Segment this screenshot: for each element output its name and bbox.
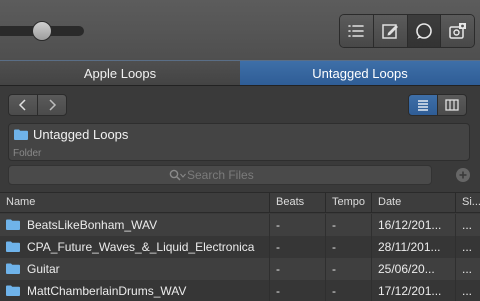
- cell-size: ...: [462, 240, 473, 254]
- note-edit-icon: [382, 24, 399, 39]
- cell-beats: -: [270, 258, 326, 280]
- top-toolbar: [0, 0, 480, 60]
- cell-size: ...: [462, 218, 473, 232]
- cell-size: ...: [462, 262, 473, 276]
- cell-tempo: -: [326, 214, 372, 236]
- chevron-down-icon: [180, 173, 186, 178]
- file-name: MattChamberlainDrums_WAV: [27, 284, 187, 298]
- search-field[interactable]: [8, 165, 432, 185]
- list-view-button[interactable]: [408, 94, 438, 116]
- notepad-button[interactable]: [373, 15, 408, 47]
- media-browser-icon: [448, 23, 466, 39]
- cell-size: ...: [462, 284, 473, 298]
- cell-date: 16/12/201...: [372, 214, 456, 236]
- folder-icon: [14, 129, 28, 140]
- column-header-name[interactable]: Name: [0, 193, 270, 212]
- folder-path-popup[interactable]: Untagged Loops Folder: [8, 123, 470, 161]
- column-header-beats[interactable]: Beats: [270, 193, 326, 212]
- media-browser-button[interactable]: [441, 15, 474, 47]
- cell-beats: -: [270, 280, 326, 301]
- back-button[interactable]: [8, 94, 38, 116]
- column-view-button[interactable]: [437, 94, 467, 116]
- loop-browser-button[interactable]: [407, 15, 442, 47]
- cell-date: 28/11/201...: [372, 236, 456, 258]
- loop-browser-icon: [416, 23, 432, 39]
- chevron-left-icon: [18, 99, 26, 111]
- file-table: Name Beats Tempo Date Si... BeatsLikeBon…: [0, 192, 480, 301]
- cell-date: 25/06/20...: [372, 258, 456, 280]
- tab-bar: Apple Loops Untagged Loops: [0, 61, 480, 86]
- search-input[interactable]: [187, 167, 387, 183]
- plus-icon: [459, 171, 467, 179]
- folder-icon: [6, 285, 20, 296]
- zoom-slider-thumb[interactable]: [32, 21, 52, 41]
- table-row[interactable]: Guitar - - 25/06/20... ...: [0, 258, 480, 280]
- add-button[interactable]: [456, 168, 470, 182]
- loop-browser-panel: Apple Loops Untagged Loops Untagged Loop…: [0, 60, 480, 301]
- file-name: BeatsLikeBonham_WAV: [27, 218, 158, 232]
- list-editors-button[interactable]: [340, 15, 374, 47]
- table-header: Name Beats Tempo Date Si...: [0, 192, 480, 213]
- view-button-group: [339, 14, 475, 48]
- tab-untagged-loops[interactable]: Untagged Loops: [240, 61, 480, 86]
- list-icon: [348, 25, 365, 37]
- tab-apple-loops[interactable]: Apple Loops: [0, 61, 240, 86]
- cell-beats: -: [270, 214, 326, 236]
- cell-tempo: -: [326, 236, 372, 258]
- folder-icon: [6, 219, 20, 230]
- column-header-size[interactable]: Si...: [456, 193, 480, 212]
- list-view-icon: [418, 100, 428, 111]
- chevron-right-icon: [49, 99, 57, 111]
- cell-beats: -: [270, 236, 326, 258]
- table-row[interactable]: CPA_Future_Waves_&_Liquid_Electronica - …: [0, 236, 480, 258]
- column-header-tempo[interactable]: Tempo: [326, 193, 372, 212]
- file-name: Guitar: [27, 262, 60, 276]
- file-name: CPA_Future_Waves_&_Liquid_Electronica: [27, 240, 255, 254]
- folder-name: Untagged Loops: [33, 127, 129, 142]
- cell-date: 17/12/201...: [372, 280, 456, 301]
- folder-icon: [6, 263, 20, 274]
- cell-tempo: -: [326, 258, 372, 280]
- table-row[interactable]: BeatsLikeBonham_WAV - - 16/12/201... ...: [0, 214, 480, 236]
- cell-tempo: -: [326, 280, 372, 301]
- folder-label: Folder: [13, 148, 42, 159]
- folder-icon: [6, 241, 20, 252]
- table-row[interactable]: MattChamberlainDrums_WAV - - 17/12/201..…: [0, 280, 480, 301]
- column-view-icon: [445, 99, 459, 111]
- column-header-date[interactable]: Date: [372, 193, 456, 212]
- forward-button[interactable]: [37, 94, 67, 116]
